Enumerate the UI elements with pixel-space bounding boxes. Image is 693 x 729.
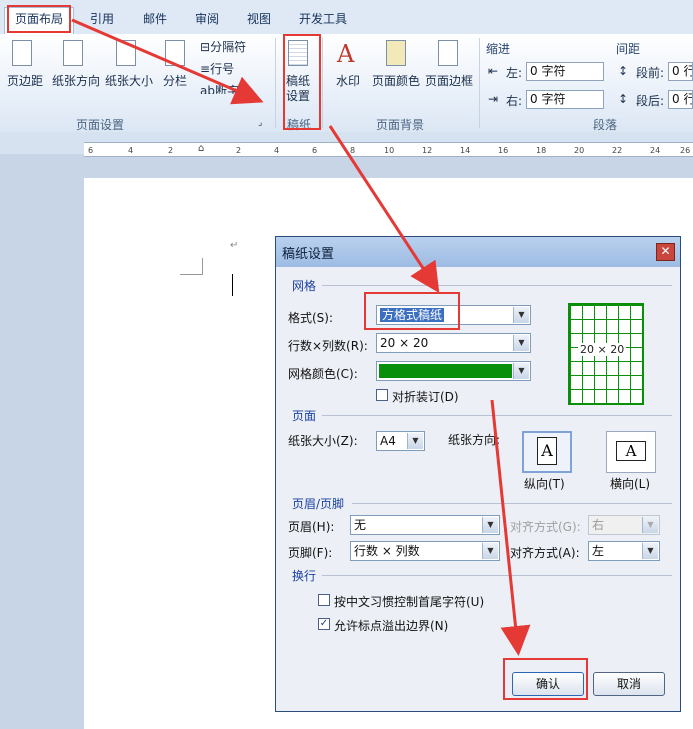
arrow-tab-to-manuscript — [71, 18, 264, 105]
annotation-arrows — [71, 18, 531, 656]
arrow-manuscript-to-format — [328, 125, 440, 294]
arrow-to-ok-button — [490, 399, 531, 656]
